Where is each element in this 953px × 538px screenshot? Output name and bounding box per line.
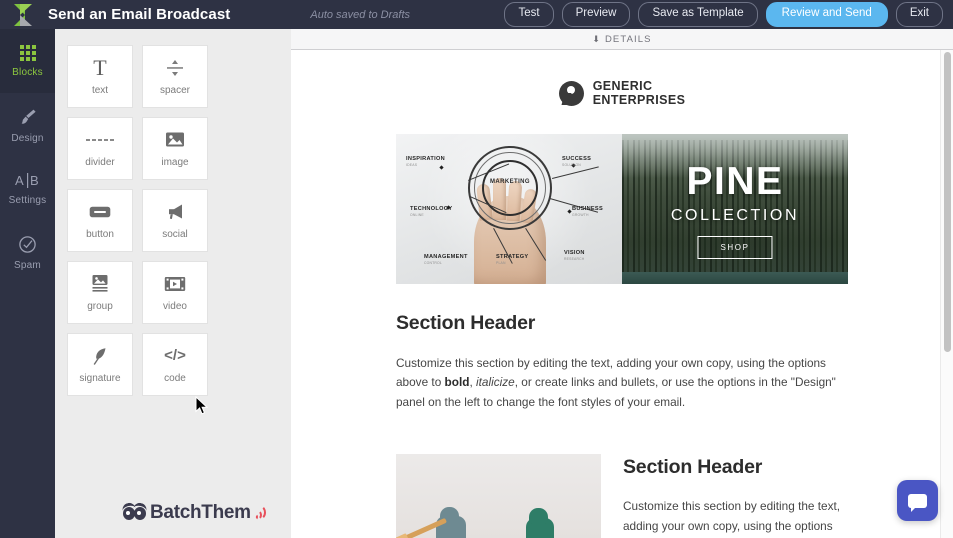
preview-button[interactable]: Preview <box>561 2 631 27</box>
megaphone-icon <box>165 202 185 222</box>
button-icon <box>89 202 111 222</box>
diagram-node: VISION RESEARCH <box>564 250 585 261</box>
chat-bubble-icon <box>908 493 927 512</box>
text-icon: T <box>93 54 107 80</box>
block-tiles: T text spacer divider image button socia… <box>67 45 279 396</box>
svg-text:B: B <box>30 173 39 188</box>
divider-icon <box>86 130 114 150</box>
block-tile-image[interactable]: image <box>142 117 208 180</box>
hero-shop-button[interactable]: SHOP <box>697 236 773 259</box>
diagram-node: MANAGEMENT CONTROL <box>424 254 468 265</box>
page-title: Send an Email Broadcast <box>48 6 231 23</box>
email-broadcast-editor: Send an Email Broadcast Auto saved to Dr… <box>0 0 953 538</box>
hero-title: PINE <box>686 160 784 203</box>
sidebar-item-settings[interactable]: A B Settings <box>0 157 55 221</box>
check-circle-icon <box>18 235 37 254</box>
block-tile-label: signature <box>79 372 121 384</box>
spacer-icon <box>165 58 185 78</box>
image-icon <box>165 130 185 150</box>
feather-icon <box>91 346 109 366</box>
toolbar-actions: Test Preview Save as Template Review and… <box>504 0 943 29</box>
block-palette-panel: T text spacer divider image button socia… <box>55 29 291 538</box>
block-tile-spacer[interactable]: spacer <box>142 45 208 108</box>
sidebar-item-label-spam: Spam <box>14 260 41 271</box>
sidebar-item-label-blocks: Blocks <box>12 66 43 78</box>
block-tile-social[interactable]: social <box>142 189 208 252</box>
exit-button[interactable]: Exit <box>895 2 943 27</box>
details-toggle-bar[interactable]: ⬇ DETAILS <box>291 29 953 50</box>
grid-icon <box>19 44 36 61</box>
diagram-node: INSPIRATION IDEAS <box>406 156 445 167</box>
arrow-down-icon: ⬇ <box>592 33 600 44</box>
test-button[interactable]: Test <box>504 2 554 27</box>
paintbrush-icon <box>18 107 38 127</box>
generic-enterprises-logo-icon <box>558 81 584 106</box>
hero-subtitle: COLLECTION <box>670 207 800 224</box>
block-tile-label: image <box>161 156 189 168</box>
canvas-scrollbar[interactable] <box>940 50 953 538</box>
block-tile-label: spacer <box>159 84 190 96</box>
svg-text:A: A <box>15 173 24 188</box>
section-header: Section Header <box>396 312 536 334</box>
email-canvas: ⬇ DETAILS GENERIC ENTERPRISES MARKETING … <box>291 29 953 538</box>
email-preview-scroll[interactable]: GENERIC ENTERPRISES MARKETING INSPIRATIO… <box>291 50 953 538</box>
signal-waves-icon <box>253 505 268 521</box>
chat-widget-button[interactable] <box>897 480 938 521</box>
section-header: Section Header <box>623 456 763 479</box>
block-tile-code[interactable]: </> code <box>142 333 208 396</box>
batchthem-wordmark: BatchThem <box>150 502 251 523</box>
code-icon: </> <box>164 347 186 364</box>
section-block-1[interactable]: Section Header Customize this section by… <box>396 284 848 412</box>
autosave-status: Auto saved to Drafts <box>310 8 411 21</box>
block-tile-label: divider <box>85 156 115 168</box>
block-tile-video[interactable]: video <box>142 261 208 324</box>
video-icon <box>164 274 186 294</box>
block-tile-label: text <box>91 84 109 96</box>
batchthem-watermark: BatchThem <box>121 501 268 524</box>
diagram-node: TECHNOLOGY ONLINE <box>410 206 453 217</box>
sidebar-item-label-settings: Settings <box>8 195 47 206</box>
section-block-2[interactable]: Section Header Customize this section by… <box>396 454 848 538</box>
details-label: DETAILS <box>604 33 652 45</box>
email-brand-header[interactable]: GENERIC ENTERPRISES <box>291 79 953 107</box>
top-toolbar: Send an Email Broadcast Auto saved to Dr… <box>0 0 953 29</box>
diagram-node: STRATEGY PLAN <box>496 254 529 265</box>
block-tile-signature[interactable]: signature <box>67 333 133 396</box>
email-body: GENERIC ENTERPRISES MARKETING INSPIRATIO… <box>291 50 953 538</box>
brand-name-line2: ENTERPRISES <box>592 92 686 107</box>
block-tile-label: social <box>162 228 188 240</box>
brand-name: GENERIC ENTERPRISES <box>592 79 686 107</box>
block-tile-label: group <box>87 300 113 312</box>
group-icon <box>90 274 110 294</box>
block-tile-label: button <box>86 228 114 240</box>
leaf-logo-icon <box>14 3 36 27</box>
save-as-template-button[interactable]: Save as Template <box>638 2 758 27</box>
review-and-send-button[interactable]: Review and Send <box>765 2 888 27</box>
sidebar-item-blocks[interactable]: Blocks <box>0 29 55 93</box>
canoe-image[interactable] <box>396 454 601 538</box>
brand-name-line1: GENERIC <box>592 79 653 93</box>
sidebar-item-design[interactable]: Design <box>0 93 55 157</box>
block-tile-label: video <box>163 300 187 312</box>
block-tile-text[interactable]: T text <box>67 45 133 108</box>
diagram-center-label: MARKETING <box>490 179 530 185</box>
block-tile-label: code <box>164 372 186 384</box>
sidebar-item-label-design: Design <box>11 132 44 144</box>
sidebar-item-spam[interactable]: Spam <box>0 221 55 285</box>
block-tile-group[interactable]: group <box>67 261 133 324</box>
hero-marketing-image[interactable]: MARKETING INSPIRATION IDEAS SUCCESS SOLU… <box>396 134 622 284</box>
section-2-text: Section Header Customize this section by… <box>623 454 848 538</box>
batchthem-monogram-icon <box>121 501 149 523</box>
diagram-node: SUCCESS SOLUTION <box>562 156 592 167</box>
hero-pine-banner[interactable]: PINE COLLECTION SHOP <box>622 134 848 284</box>
canvas-scrollbar-thumb[interactable] <box>944 52 951 352</box>
section-body: Customize this section by editing the te… <box>396 356 836 409</box>
section-body: Customize this section by editing the te… <box>623 499 841 533</box>
ab-split-icon: A B <box>14 172 42 189</box>
left-nav-rail: Blocks Design A B Settings Spam <box>0 29 55 538</box>
block-tile-button[interactable]: button <box>67 189 133 252</box>
diagram-node: BUSINESS GROWTH <box>572 206 603 217</box>
block-tile-divider[interactable]: divider <box>67 117 133 180</box>
hero-block[interactable]: MARKETING INSPIRATION IDEAS SUCCESS SOLU… <box>396 134 848 284</box>
